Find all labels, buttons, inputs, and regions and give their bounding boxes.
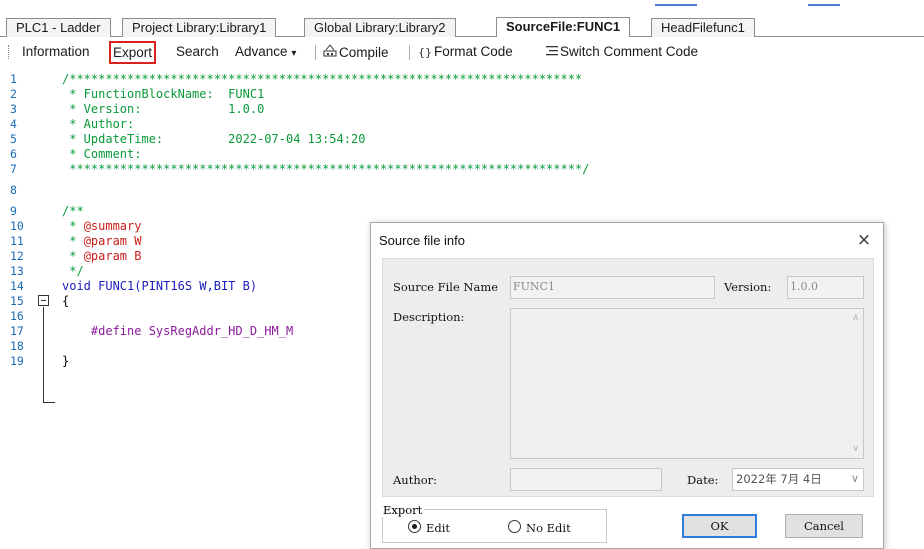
window-accent xyxy=(655,4,697,6)
line-number: 9 xyxy=(10,204,17,218)
doc-tag: @param xyxy=(83,249,128,263)
source-file-name-label: Source File Name xyxy=(393,280,499,294)
line-number: 19 xyxy=(10,354,24,368)
description-textarea[interactable]: ∧ ∨ xyxy=(510,308,864,459)
line-number: 14 xyxy=(10,279,24,293)
tab-global-library[interactable]: Global Library:Library2 xyxy=(304,18,456,37)
fold-guide xyxy=(43,307,44,403)
line-number: 10 xyxy=(10,219,24,233)
format-code-icon: {} xyxy=(418,46,432,59)
tab-headfile-func1[interactable]: HeadFilefunc1 xyxy=(651,18,755,37)
close-icon[interactable]: × xyxy=(853,229,875,251)
code-line: */ xyxy=(62,264,84,278)
line-number: 16 xyxy=(10,309,24,323)
fold-guide-end xyxy=(43,402,55,403)
radio-edit[interactable] xyxy=(408,520,421,533)
date-picker[interactable]: 2022年 7月 4日 ∨ xyxy=(732,468,864,491)
doc-comment-prefix: * xyxy=(62,219,84,233)
doc-param-name: W xyxy=(134,234,142,248)
document-tab-bar: PLC1 - Ladder Project Library:Library1 G… xyxy=(0,12,924,37)
chevron-down-icon: ▾ xyxy=(291,48,297,59)
code-line: { xyxy=(62,294,70,308)
line-number: 3 xyxy=(10,102,17,116)
version-field[interactable]: 1.0.0 xyxy=(787,276,864,299)
code-line: void FUNC1(PINT16S W,BIT B) xyxy=(62,279,258,293)
source-file-info-dialog: Source file info × Source File Name FUNC… xyxy=(370,222,884,549)
toolbar-grip xyxy=(8,45,10,59)
date-value: 2022年 7月 4日 xyxy=(736,472,822,486)
date-label: Date: xyxy=(687,473,719,487)
compile-button[interactable]: Compile xyxy=(323,43,389,61)
fold-collapse-icon[interactable] xyxy=(38,295,49,306)
cancel-button[interactable]: Cancel xyxy=(785,514,863,538)
format-code-label: Format Code xyxy=(434,44,513,59)
line-number: 1 xyxy=(10,72,17,86)
version-label: Version: xyxy=(724,280,772,294)
line-number: 5 xyxy=(10,132,17,146)
switch-comment-code-button[interactable]: Switch Comment Code xyxy=(546,43,698,61)
code-line: * Author: xyxy=(62,117,135,131)
scroll-up-icon[interactable]: ∧ xyxy=(852,313,859,323)
chevron-down-icon[interactable]: ∨ xyxy=(851,469,859,489)
compile-label: Compile xyxy=(339,45,389,60)
doc-comment-prefix: * xyxy=(62,234,84,248)
line-number: 12 xyxy=(10,249,24,263)
toolbar-separator xyxy=(315,45,316,60)
scroll-down-icon[interactable]: ∨ xyxy=(852,444,859,454)
code-line: /** xyxy=(62,204,84,218)
switch-comment-icon xyxy=(546,43,558,61)
code-line: * @summary xyxy=(62,219,141,234)
code-line: } xyxy=(62,354,70,368)
code-line: * Comment: xyxy=(62,147,142,161)
ok-button[interactable]: OK xyxy=(682,514,757,538)
export-button[interactable]: Export xyxy=(109,41,157,64)
doc-tag: @param xyxy=(83,234,128,248)
code-line: * UpdateTime: 2022-07-04 13:54:20 xyxy=(62,132,366,146)
dialog-title: Source file info xyxy=(379,233,465,248)
tab-plc1-ladder[interactable]: PLC1 - Ladder xyxy=(6,18,111,37)
switch-comment-label: Switch Comment Code xyxy=(560,44,699,59)
dialog-form-panel: Source File Name FUNC1 Version: 1.0.0 De… xyxy=(382,258,874,497)
advance-label: Advance xyxy=(235,44,288,59)
line-number: 2 xyxy=(10,87,17,101)
line-number: 6 xyxy=(10,147,17,161)
format-code-button[interactable]: {} Format Code xyxy=(418,43,513,61)
line-number: 7 xyxy=(10,162,17,176)
radio-no-edit[interactable] xyxy=(508,520,521,533)
source-file-name-field[interactable]: FUNC1 xyxy=(510,276,715,299)
line-number: 8 xyxy=(10,183,17,197)
search-button[interactable]: Search xyxy=(176,43,219,61)
window-accent xyxy=(808,4,840,6)
code-line: #define SysRegAddr_HD_D_HM_M xyxy=(62,324,294,338)
toolbar-separator xyxy=(409,45,410,60)
line-number: 15 xyxy=(10,294,24,308)
tab-project-library[interactable]: Project Library:Library1 xyxy=(122,18,277,37)
information-button[interactable]: Information xyxy=(22,43,90,61)
author-label: Author: xyxy=(393,473,438,487)
code-line: /***************************************… xyxy=(62,72,583,86)
editor-toolbar: Information Export Search Advance ▾ Comp… xyxy=(0,38,924,65)
doc-tag: @summary xyxy=(83,219,142,233)
compile-icon xyxy=(323,43,337,62)
doc-param-name: B xyxy=(134,249,142,263)
code-line: * @param W xyxy=(62,234,142,249)
top-strip xyxy=(0,0,924,12)
line-number: 4 xyxy=(10,117,17,131)
line-number: 17 xyxy=(10,324,24,338)
author-field[interactable] xyxy=(510,468,662,491)
description-label: Description: xyxy=(393,310,465,324)
code-line: ****************************************… xyxy=(62,162,590,176)
line-number: 13 xyxy=(10,264,24,278)
line-number: 18 xyxy=(10,339,24,353)
line-number: 11 xyxy=(10,234,24,248)
code-line: * FunctionBlockName: FUNC1 xyxy=(62,87,265,101)
export-group-label: Export xyxy=(381,503,425,517)
doc-comment-prefix: * xyxy=(62,249,84,263)
tab-sourcefile-func1[interactable]: SourceFile:FUNC1 xyxy=(496,17,631,37)
radio-edit-label: Edit xyxy=(426,521,451,535)
advance-dropdown[interactable]: Advance ▾ xyxy=(235,43,296,61)
code-line: * @param B xyxy=(62,249,142,264)
radio-no-edit-label: No Edit xyxy=(526,521,571,535)
code-line: * Version: 1.0.0 xyxy=(62,102,265,116)
